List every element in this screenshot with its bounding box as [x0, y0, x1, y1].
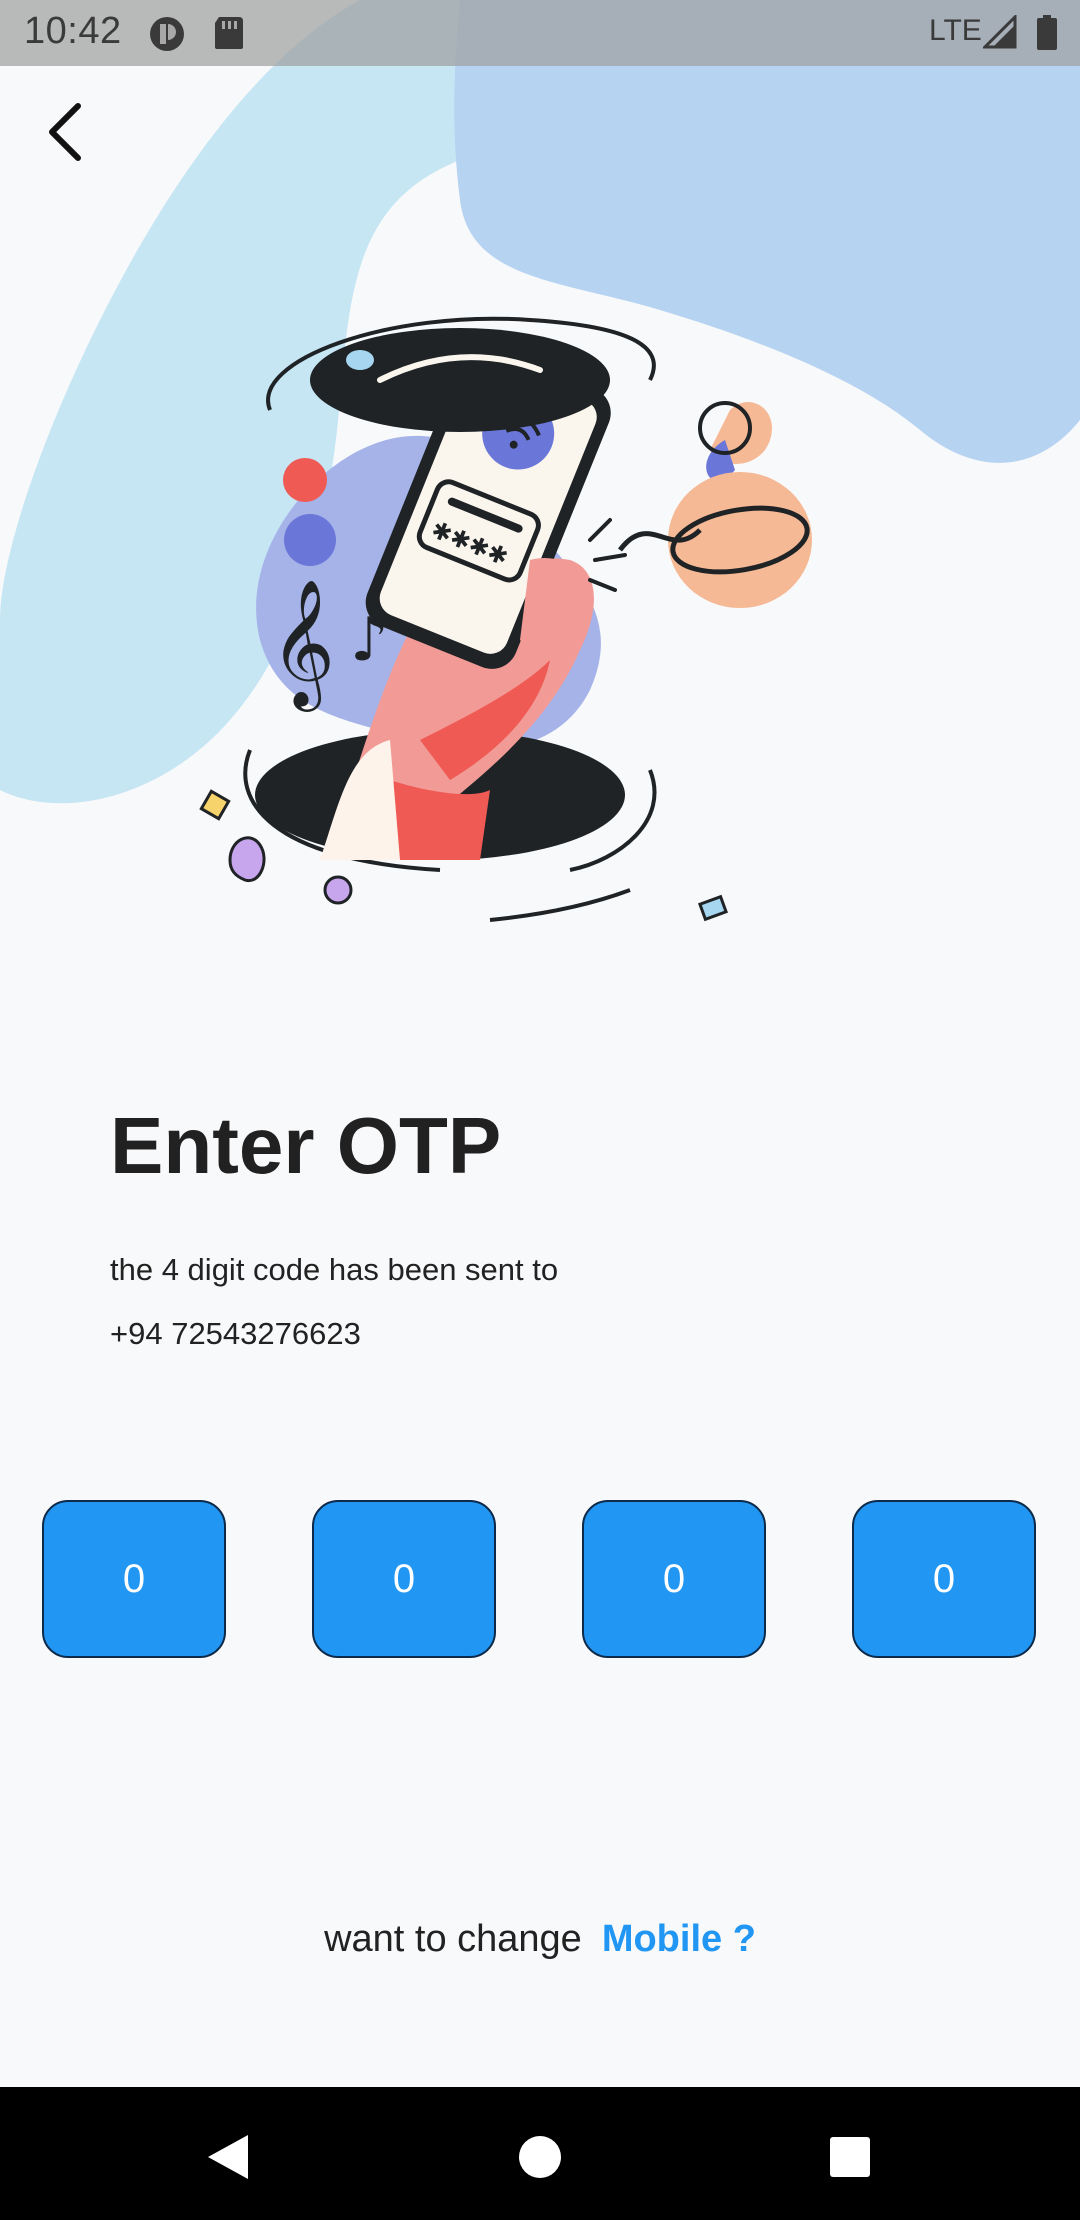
- otp-digit-2[interactable]: 0: [312, 1500, 496, 1658]
- system-nav-bar: [0, 2087, 1080, 2220]
- phone-otp-illustration: ✱✱✱✱ 𝄞 ♪: [199, 316, 812, 922]
- status-time: 10:42: [24, 10, 122, 52]
- battery-icon: [1037, 15, 1057, 50]
- recents-square-icon[interactable]: [810, 2117, 890, 2197]
- otp-digit-4[interactable]: 0: [852, 1500, 1036, 1658]
- signal-icon: [983, 15, 1017, 49]
- notification-app-icon: [150, 17, 184, 51]
- change-mobile-row: want to change Mobile ?: [0, 1918, 1080, 1961]
- change-mobile-link[interactable]: Mobile ?: [602, 1918, 756, 1960]
- svg-text:♪: ♪: [350, 605, 388, 675]
- sd-card-icon: [215, 17, 243, 49]
- back-triangle-icon[interactable]: [190, 2117, 270, 2197]
- chevron-left-icon[interactable]: [34, 92, 94, 172]
- status-bar: 10:42 LTE: [0, 0, 1080, 66]
- phone-number: +94 72543276623: [110, 1316, 361, 1351]
- home-circle-icon[interactable]: [500, 2117, 580, 2197]
- network-type: LTE: [929, 14, 982, 47]
- svg-text:𝄞: 𝄞: [270, 578, 335, 712]
- page-title: Enter OTP: [110, 1101, 502, 1190]
- otp-screen: 10:42 LTE ✱✱✱✱ 𝄞 ♪ Enter OTP the 4 digit…: [0, 0, 1080, 2220]
- otp-digit-3[interactable]: 0: [582, 1500, 766, 1658]
- change-prompt: want to change: [324, 1918, 582, 1960]
- otp-description: the 4 digit code has been sent to: [110, 1252, 559, 1287]
- otp-digit-1[interactable]: 0: [42, 1500, 226, 1658]
